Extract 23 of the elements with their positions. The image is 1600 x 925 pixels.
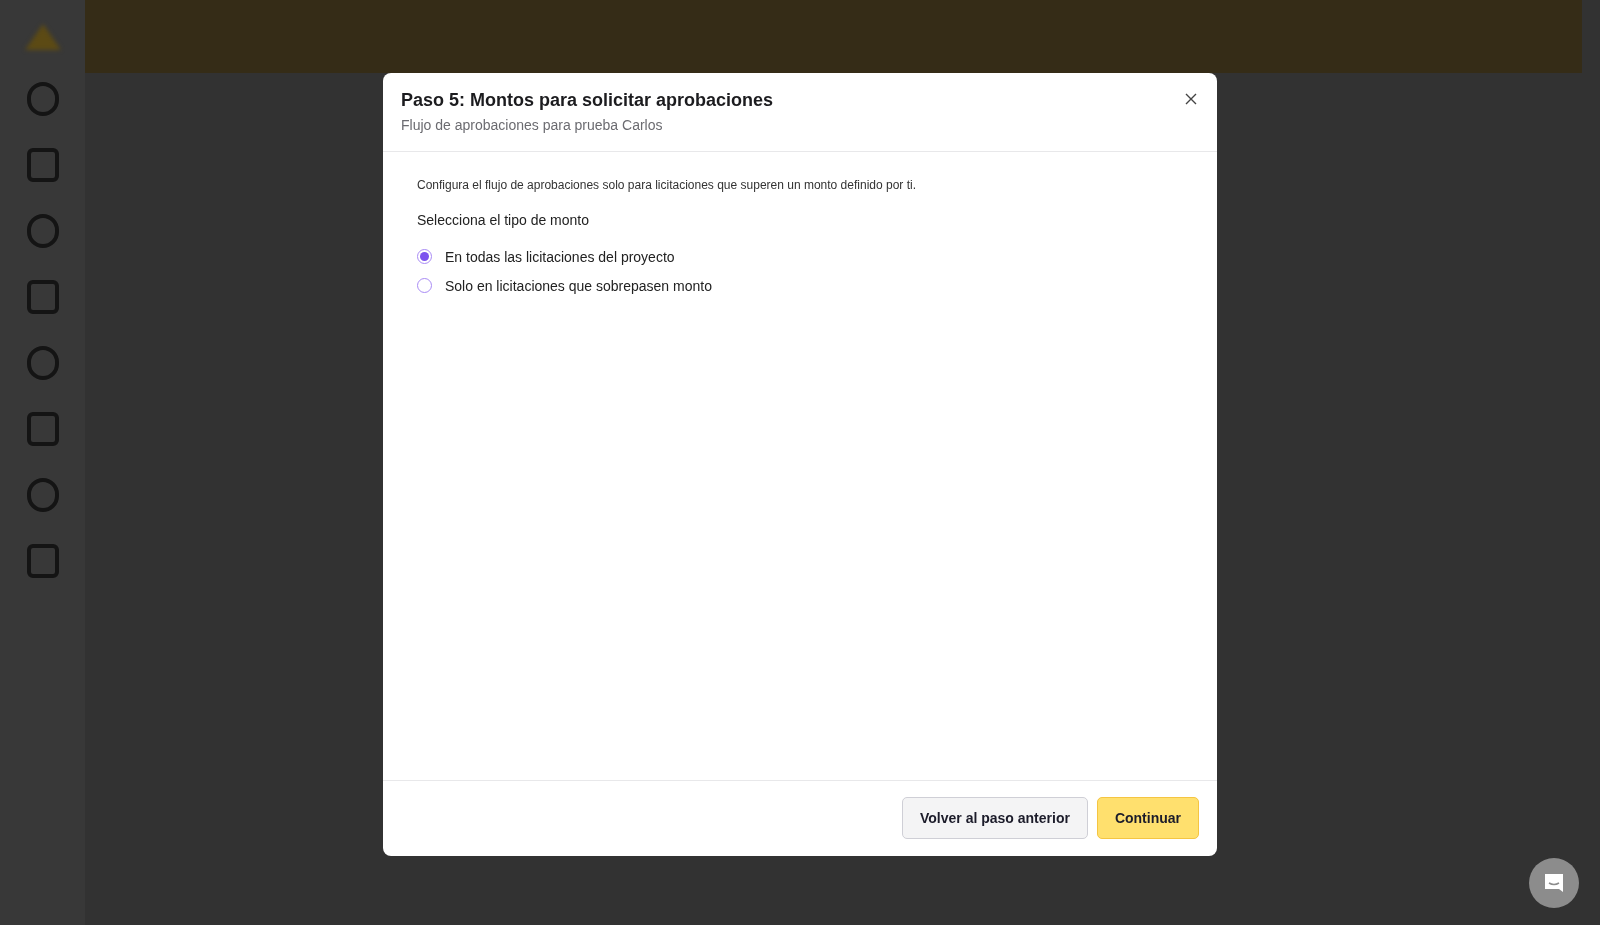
close-icon bbox=[1185, 93, 1197, 105]
continue-button[interactable]: Continuar bbox=[1096, 797, 1199, 839]
nav-icon[interactable] bbox=[24, 278, 61, 316]
radio-button[interactable] bbox=[417, 249, 432, 264]
option-label[interactable]: En todas las licitaciones del proyecto bbox=[445, 248, 675, 265]
back-button[interactable]: Volver al paso anterior bbox=[902, 797, 1088, 839]
chat-icon bbox=[1542, 871, 1566, 895]
nav-icon[interactable] bbox=[24, 542, 61, 580]
nav-icon[interactable] bbox=[24, 146, 61, 184]
nav-icon[interactable] bbox=[24, 212, 61, 250]
close-button[interactable] bbox=[1183, 91, 1199, 107]
nav-icon[interactable] bbox=[24, 476, 61, 514]
radio-button[interactable] bbox=[417, 278, 432, 293]
option-label[interactable]: Solo en licitaciones que sobrepasen monto bbox=[445, 277, 712, 294]
description-text: Configura el flujo de aprobaciones solo para licitaciones que superen un monto definido por ti. bbox=[417, 178, 917, 192]
dialog-title: Paso 5: Montos para solicitar aprobaciones bbox=[401, 90, 775, 111]
question-label: Selecciona el tipo de monto bbox=[417, 212, 590, 228]
nav-icon[interactable] bbox=[24, 410, 61, 448]
chat-button[interactable] bbox=[1529, 858, 1579, 908]
nav-icon[interactable] bbox=[24, 344, 61, 382]
logo-icon bbox=[22, 22, 63, 52]
nav-icon[interactable] bbox=[24, 80, 61, 118]
dialog-subtitle: Flujo de aprobaciones para prueba Carlos bbox=[401, 117, 664, 133]
